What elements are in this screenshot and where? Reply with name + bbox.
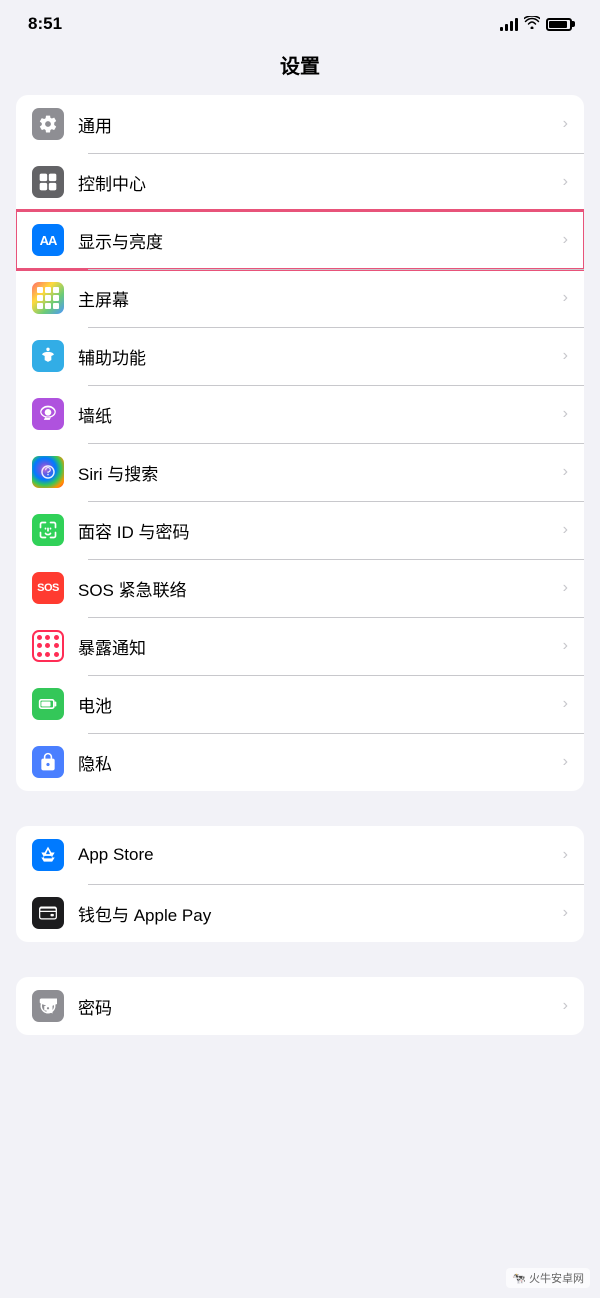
chevron-icon: › <box>563 289 568 307</box>
settings-item-siri[interactable]: Siri 与搜索 › <box>16 443 584 501</box>
watermark-text: 🐄 火牛安卓网 <box>512 1270 584 1286</box>
exposure-icon <box>32 630 64 662</box>
section-general: 通用 › 控制中心 › AA 显示与亮度 › <box>16 95 584 791</box>
chevron-icon: › <box>563 231 568 249</box>
wallpaper-label: 墙纸 <box>78 402 563 427</box>
privacy-icon <box>32 746 64 778</box>
grid-icon <box>37 287 59 309</box>
wallpaper-icon <box>32 398 64 430</box>
face-id-icon <box>32 514 64 546</box>
chevron-icon: › <box>563 997 568 1015</box>
home-screen-icon <box>32 282 64 314</box>
display-icon: AA <box>32 224 64 256</box>
settings-item-wallet[interactable]: 钱包与 Apple Pay › <box>16 884 584 942</box>
settings-item-accessibility[interactable]: 辅助功能 › <box>16 327 584 385</box>
settings-item-display[interactable]: AA 显示与亮度 › <box>16 211 584 269</box>
status-bar: 8:51 <box>0 0 600 42</box>
appstore-icon <box>32 839 64 871</box>
settings-item-general[interactable]: 通用 › <box>16 95 584 153</box>
accessibility-label: 辅助功能 <box>78 344 563 369</box>
wallet-label: 钱包与 Apple Pay <box>78 901 563 926</box>
settings-item-appstore[interactable]: App Store › <box>16 826 584 884</box>
chevron-icon: › <box>563 463 568 481</box>
chevron-icon: › <box>563 846 568 864</box>
chevron-icon: › <box>563 347 568 365</box>
password-icon <box>32 990 64 1022</box>
settings-item-sos[interactable]: SOS SOS 紧急联络 › <box>16 559 584 617</box>
wallet-icon <box>32 897 64 929</box>
sos-label: SOS 紧急联络 <box>78 576 563 601</box>
watermark: 🐄 火牛安卓网 <box>506 1268 590 1288</box>
privacy-label: 隐私 <box>78 750 563 775</box>
chevron-icon: › <box>563 405 568 423</box>
page-title: 设置 <box>0 42 600 95</box>
chevron-icon: › <box>563 695 568 713</box>
settings-item-privacy[interactable]: 隐私 › <box>16 733 584 791</box>
settings-item-face-id[interactable]: 面容 ID 与密码 › <box>16 501 584 559</box>
chevron-icon: › <box>563 521 568 539</box>
settings-item-exposure[interactable]: 暴露通知 › <box>16 617 584 675</box>
password-label: 密码 <box>78 994 563 1019</box>
wifi-icon <box>524 16 540 32</box>
exposure-label: 暴露通知 <box>78 634 563 659</box>
chevron-icon: › <box>563 904 568 922</box>
battery-icon <box>546 18 572 31</box>
chevron-icon: › <box>563 637 568 655</box>
settings-item-control-center[interactable]: 控制中心 › <box>16 153 584 211</box>
chevron-icon: › <box>563 579 568 597</box>
section-appstore: App Store › 钱包与 Apple Pay › <box>16 826 584 942</box>
settings-item-password[interactable]: 密码 › <box>16 977 584 1035</box>
signal-icon <box>500 17 518 31</box>
control-center-label: 控制中心 <box>78 170 563 195</box>
general-label: 通用 <box>78 112 563 137</box>
chevron-icon: › <box>563 115 568 133</box>
battery-settings-icon <box>32 688 64 720</box>
display-label: 显示与亮度 <box>78 228 563 253</box>
settings-item-home-screen[interactable]: 主屏幕 › <box>16 269 584 327</box>
face-id-label: 面容 ID 与密码 <box>78 518 563 543</box>
section-password: 密码 › <box>16 977 584 1035</box>
settings-item-wallpaper[interactable]: 墙纸 › <box>16 385 584 443</box>
dots-icon <box>37 635 59 657</box>
siri-label: Siri 与搜索 <box>78 460 563 485</box>
accessibility-icon <box>32 340 64 372</box>
chevron-icon: › <box>563 173 568 191</box>
siri-icon <box>32 456 64 488</box>
home-screen-label: 主屏幕 <box>78 286 563 311</box>
chevron-icon: › <box>563 753 568 771</box>
battery-label: 电池 <box>78 692 563 717</box>
status-time: 8:51 <box>28 14 62 34</box>
status-icons <box>500 16 572 32</box>
sos-icon: SOS <box>32 572 64 604</box>
settings-item-battery[interactable]: 电池 › <box>16 675 584 733</box>
general-icon <box>32 108 64 140</box>
control-center-icon <box>32 166 64 198</box>
appstore-label: App Store <box>78 845 563 865</box>
